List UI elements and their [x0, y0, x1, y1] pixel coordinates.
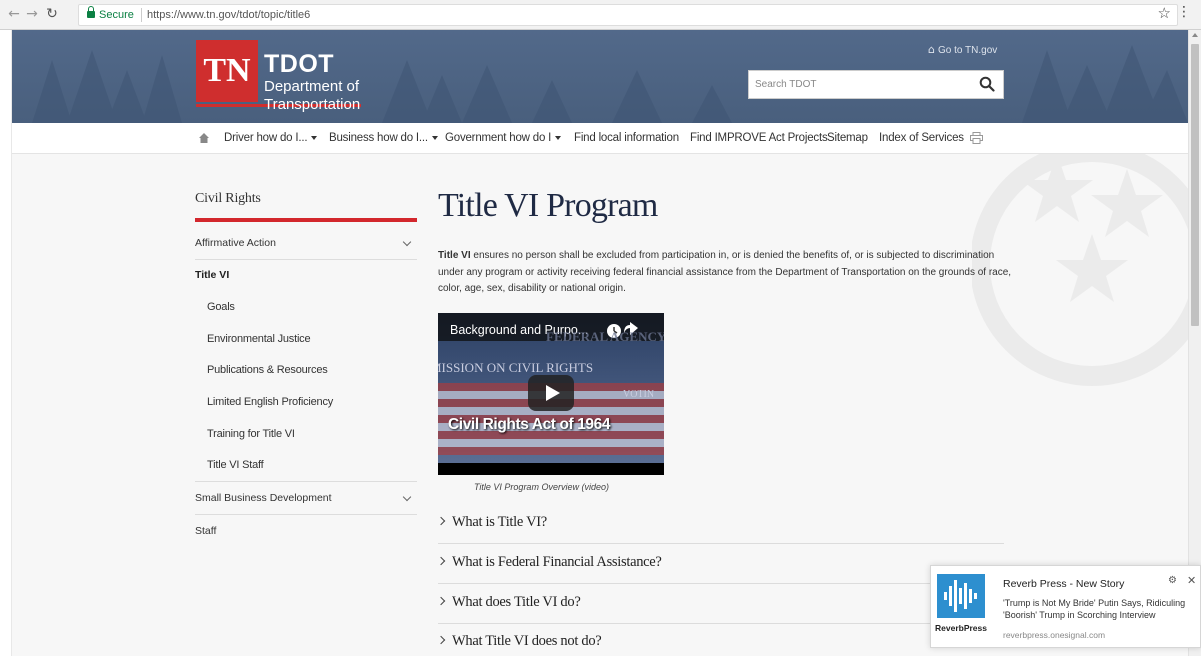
home-icon: ⌂	[928, 43, 935, 56]
accordion-federal-assistance[interactable]: What is Federal Financial Assistance?	[436, 554, 662, 571]
tn-logo[interactable]: TN	[196, 40, 258, 102]
chevron-right-icon	[436, 596, 446, 606]
nav-driver-label: Driver how do I...	[224, 132, 308, 144]
chevron-down-icon[interactable]	[402, 237, 412, 247]
lock-icon	[87, 6, 95, 18]
intro-text: ensures no person shall be excluded from…	[438, 250, 1012, 294]
sidebar-item-environmental-justice[interactable]: Environmental Justice	[207, 333, 311, 345]
site-header: TN TDOT Department of Transportation ⌂ Go…	[12, 30, 1188, 123]
page-scrollbar[interactable]	[1188, 30, 1201, 656]
video-caption: Title VI Program Overview (video)	[474, 482, 609, 492]
gear-icon[interactable]: ⚙	[1168, 575, 1177, 586]
url-separator	[141, 8, 142, 22]
accordion-label: What is Title VI?	[452, 514, 547, 530]
dropdown-caret-icon	[431, 135, 438, 140]
goto-tn-link[interactable]: ⌂ Go to TN.gov	[928, 43, 997, 56]
scroll-up-arrow-icon[interactable]	[1192, 33, 1198, 37]
sidebar-item-goals[interactable]: Goals	[207, 301, 235, 313]
accordion-divider	[438, 623, 1004, 624]
notification-title: Reverb Press - New Story	[1003, 578, 1125, 590]
forest-background	[32, 45, 1188, 123]
accordion-what-does-title-vi-do[interactable]: What does Title VI do?	[436, 594, 581, 611]
logo-subtitle-line2: Transportation	[264, 96, 361, 113]
url-text[interactable]: https://www.tn.gov/tdot/topic/title6	[147, 5, 310, 25]
address-bar[interactable]: Secure https://www.tn.gov/tdot/topic/tit…	[78, 4, 1178, 26]
sidebar-title[interactable]: Civil Rights	[195, 191, 261, 207]
logo-title[interactable]: TDOT	[264, 50, 334, 79]
close-icon[interactable]: ✕	[1187, 574, 1196, 587]
video-headline: Civil Rights Act of 1964	[448, 416, 611, 433]
secure-label: Secure	[99, 9, 134, 21]
notification-logo-label: ReverbPress	[935, 623, 987, 633]
secure-indicator[interactable]: Secure	[87, 5, 134, 25]
accordion-divider	[438, 543, 1004, 544]
intro-bold: Title VI	[438, 250, 471, 261]
accordion-divider	[438, 583, 1004, 584]
reload-icon[interactable]: ↻	[44, 6, 60, 22]
accordion-label: What does Title VI do?	[452, 594, 581, 610]
nav-improve-act[interactable]: Find IMPROVE Act Projects	[690, 132, 828, 144]
sidebar-item-title-vi[interactable]: Title VI	[195, 269, 229, 281]
sidebar-divider	[195, 514, 417, 515]
sidebar-title-underline	[195, 218, 417, 222]
browser-toolbar: ← → ↻ Secure https://www.tn.gov/tdot/top…	[0, 0, 1201, 30]
push-notification[interactable]: ReverbPress Reverb Press - New Story ⚙ ✕…	[930, 565, 1201, 648]
accordion-label: What Title VI does not do?	[452, 633, 602, 649]
nav-find-local[interactable]: Find local information	[574, 132, 679, 144]
nav-driver[interactable]: Driver how do I...	[224, 132, 318, 144]
chevron-right-icon	[436, 556, 446, 566]
soundwave-icon	[944, 580, 977, 612]
search-box	[748, 70, 1004, 99]
home-icon[interactable]	[198, 132, 210, 144]
chevron-down-icon[interactable]	[402, 492, 412, 502]
sidebar-divider	[195, 259, 417, 260]
goto-tn-label: Go to TN.gov	[937, 45, 998, 56]
video-overlay-line3: VOTIN	[623, 389, 655, 400]
sidebar-item-lep[interactable]: Limited English Proficiency	[207, 396, 333, 408]
sidebar-item-small-business[interactable]: Small Business Development	[195, 492, 332, 504]
nav-index-services[interactable]: Index of Services	[879, 132, 964, 144]
nav-government-label: Government how do I	[445, 132, 552, 144]
sidebar-item-training[interactable]: Training for Title VI	[207, 428, 295, 440]
accordion-label: What is Federal Financial Assistance?	[452, 554, 662, 570]
nav-sitemap[interactable]: Sitemap	[827, 132, 868, 144]
search-icon[interactable]	[979, 76, 995, 92]
logo-abbreviation: TN	[203, 52, 251, 89]
chevron-right-icon	[436, 516, 446, 526]
notification-body: 'Trump is Not My Bride' Putin Says, Ridi…	[1003, 598, 1186, 620]
video-overlay-line1: FEDERAL AGENCY AS	[546, 329, 664, 344]
dropdown-caret-icon	[555, 135, 562, 140]
video-overlay-line2: MISSION ON CIVIL RIGHTS	[438, 360, 594, 375]
window-left-edge	[0, 30, 12, 656]
intro-paragraph: Title VI ensures no person shall be excl…	[438, 248, 1013, 298]
sidebar-item-publications[interactable]: Publications & Resources	[207, 364, 328, 376]
page-title: Title VI Program	[438, 187, 658, 224]
back-arrow-icon[interactable]: ←	[6, 6, 22, 22]
accordion-what-is-title-vi[interactable]: What is Title VI?	[436, 514, 547, 531]
chevron-right-icon	[436, 635, 446, 645]
bookmark-star-icon[interactable]: ☆	[1158, 4, 1171, 22]
nav-business-label: Business how do I...	[329, 132, 428, 144]
browser-menu-icon[interactable]: ⋮	[1177, 4, 1191, 20]
search-input[interactable]	[749, 71, 969, 98]
print-icon[interactable]	[970, 132, 983, 144]
nav-business[interactable]: Business how do I...	[329, 132, 438, 144]
sidebar-item-staff[interactable]: Staff	[195, 525, 216, 537]
notification-domain: reverbpress.onesignal.com	[1003, 630, 1106, 640]
nav-government[interactable]: Government how do I	[445, 132, 562, 144]
forward-arrow-icon[interactable]: →	[24, 6, 40, 22]
main-navigation: Driver how do I... Business how do I... …	[12, 123, 1188, 154]
sidebar-item-affirmative-action[interactable]: Affirmative Action	[195, 237, 276, 249]
logo-subtitle-line1: Department of	[264, 78, 360, 95]
accordion-what-title-vi-does-not-do[interactable]: What Title VI does not do?	[436, 633, 602, 650]
dropdown-caret-icon	[311, 135, 318, 140]
reverbpress-logo	[937, 574, 985, 618]
video-player[interactable]: Background and Purpo... FEDERAL AGENCY A…	[438, 313, 664, 475]
sidebar-divider	[195, 481, 417, 482]
sidebar-item-title-vi-staff[interactable]: Title VI Staff	[207, 459, 264, 471]
scrollbar-thumb[interactable]	[1191, 44, 1199, 326]
